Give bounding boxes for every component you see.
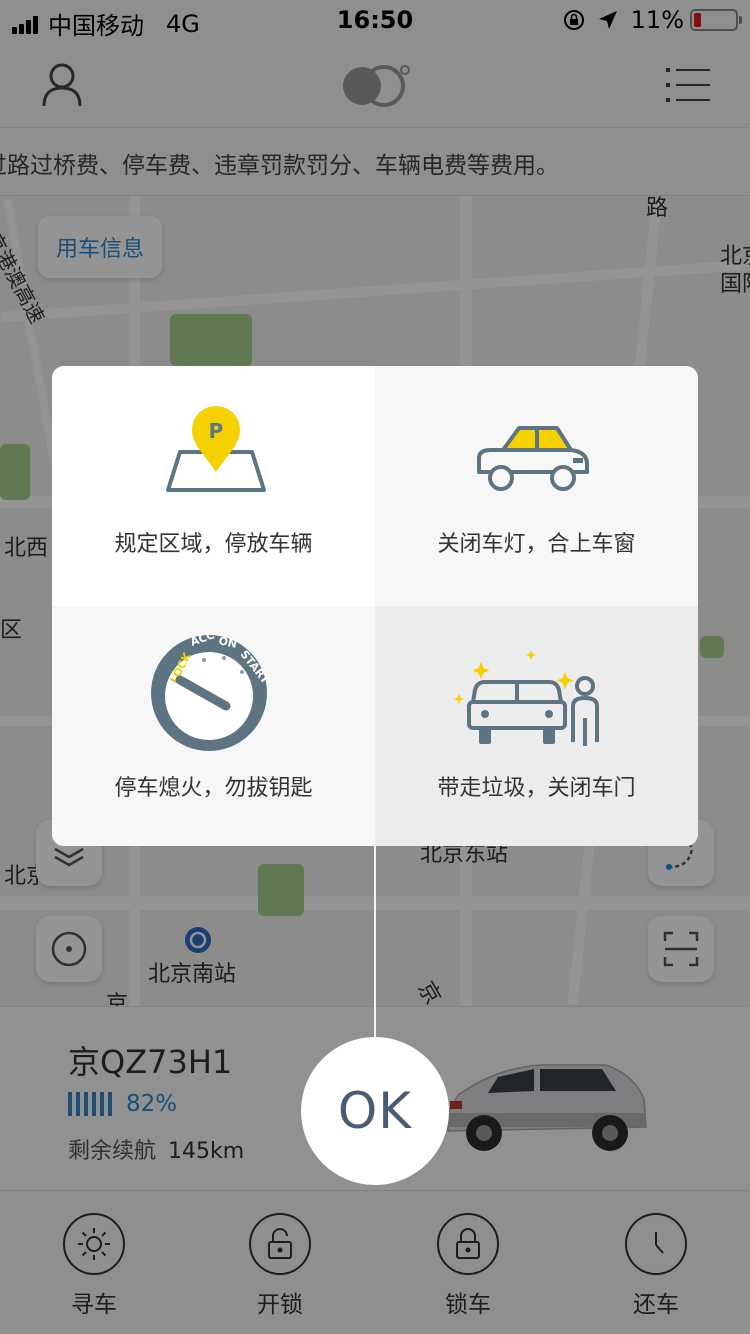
tip-ignition-key: LOCK ACC ON START 停车熄火，勿拔钥匙 <box>52 606 375 846</box>
tip-label: 带走垃圾，关闭车门 <box>437 776 636 801</box>
clean-car-icon <box>454 650 599 746</box>
modal-connector-line <box>374 846 376 1038</box>
tip-label: 停车熄火，勿拔钥匙 <box>114 776 313 801</box>
tip-park-area: P 规定区域，停放车辆 <box>52 366 375 606</box>
ok-button[interactable]: OK <box>301 1037 449 1185</box>
parking-pin-letter: P <box>209 419 224 443</box>
tip-lights-windows: 关闭车灯，合上车窗 <box>375 366 698 606</box>
ignition-key-icon: LOCK ACC ON START <box>151 632 270 751</box>
tip-label: 关闭车灯，合上车窗 <box>437 532 636 557</box>
tip-label: 规定区域，停放车辆 <box>114 532 313 557</box>
tip-trash-doors: 带走垃圾，关闭车门 <box>375 606 698 846</box>
car-window-icon <box>477 426 589 491</box>
parking-location-icon: P <box>166 406 266 492</box>
return-car-tips-modal: P 规定区域，停放车辆 关闭车灯，合上车窗 LOCK ACC ON START … <box>52 366 698 846</box>
